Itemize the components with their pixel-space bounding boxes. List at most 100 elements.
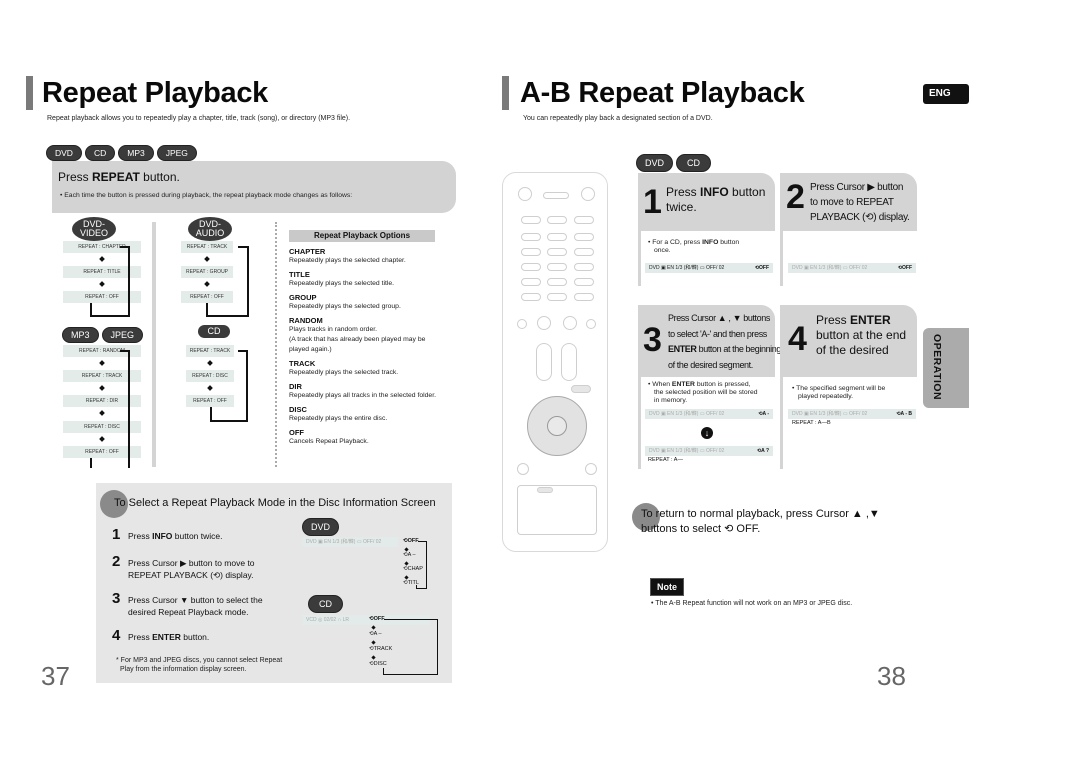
info-display: DVD ▣ EN 1/3 (和/韓) ▭ OFF/ 02 ⟲OFF — [645, 263, 773, 273]
arrow-down-icon — [99, 256, 105, 262]
repeat-key — [537, 487, 553, 493]
enter-key — [547, 416, 567, 436]
step-text: Press Cursor ▶ button to move to REPEAT … — [810, 182, 910, 223]
note-text: • The A-B Repeat function will not work … — [651, 600, 853, 607]
mode-box: REPEAT : TRACK — [181, 241, 233, 253]
badge-dvd-video: DVD- VIDEO — [72, 217, 116, 241]
loop-line — [418, 541, 426, 542]
remote-lower-keypad — [517, 485, 597, 535]
repeat-mode-item: ⟲OFF — [369, 616, 385, 622]
option-name: TRACK — [289, 359, 316, 368]
page-number-left: 37 — [41, 661, 70, 691]
loop-line — [247, 246, 249, 317]
repeat-status-label: REPEAT : A— — [648, 457, 683, 463]
info-screen-heading: To Select a Repeat Playback Mode in the … — [114, 497, 436, 509]
arrow-down-icon — [204, 281, 210, 287]
remote-control-illustration — [502, 172, 608, 552]
option-desc: Repeatedly plays the selected group. — [289, 303, 401, 310]
info-screen-panel — [96, 483, 452, 683]
remote-key — [574, 278, 594, 286]
power-button — [518, 187, 532, 201]
title-accent-bar — [502, 76, 509, 110]
option-name: RANDOM — [289, 316, 323, 325]
step-bullet: • Each time the button is pressed during… — [60, 192, 353, 199]
arrow-down-icon — [99, 385, 105, 391]
remote-key — [547, 248, 567, 256]
tuning-rocker — [561, 343, 577, 381]
column-divider — [152, 222, 156, 467]
step-number: 4 — [788, 320, 807, 358]
volume-rocker — [536, 343, 552, 381]
option-desc: Cancels Repeat Playback. — [289, 438, 369, 445]
loop-line — [384, 619, 438, 620]
step-text: Press INFO button twice. — [666, 185, 766, 214]
info-display: DVD ▣ EN 1/3 (和/韓) ▭ OFF/ 02 ⟲A - B — [788, 409, 916, 419]
remote-key — [547, 263, 567, 271]
badge-dvd: DVD — [636, 154, 674, 172]
section-tab-operation — [923, 328, 969, 408]
option-desc: Repeatedly plays the selected chapter. — [289, 257, 406, 264]
remote-key — [574, 248, 594, 256]
mode-box: REPEAT : GROUP — [181, 266, 233, 278]
arrow-down-icon — [99, 360, 105, 366]
badge-cd: CD — [84, 145, 116, 161]
mode-box: REPEAT : DISC — [186, 370, 234, 382]
return-key — [517, 463, 529, 475]
remote-key — [521, 293, 541, 301]
remote-key — [547, 233, 567, 241]
remote-key — [574, 263, 594, 271]
note-label: Note — [650, 578, 684, 596]
mode-box: REPEAT : OFF — [181, 291, 233, 303]
option-desc: Repeatedly plays the selected track. — [289, 369, 399, 376]
step-text: Press INFO button twice. — [128, 531, 223, 541]
step-text: Press ENTER button at the end of the des… — [816, 313, 907, 357]
page-title-left: Repeat Playback — [42, 77, 269, 109]
loop-line — [206, 315, 249, 317]
option-desc: Repeatedly plays the entire disc. — [289, 415, 388, 422]
info-display: DVD ▣ EN 1/3 (和/韓) ▭ OFF/ 02 ⟲A - — [645, 409, 773, 419]
repeat-mode-item: ⟲OFF — [403, 538, 419, 544]
option-desc: played again.) — [289, 346, 332, 353]
badge-mp3: MP3 — [62, 327, 99, 343]
step-text: Press ENTER button. — [128, 632, 210, 642]
step-number: 3 — [112, 590, 121, 607]
badge-mp3: MP3 — [118, 145, 154, 161]
arrow-down-icon — [207, 360, 213, 366]
step-number: 2 — [786, 178, 805, 216]
loop-line — [120, 246, 130, 248]
remote-key — [521, 263, 541, 271]
mode-box: REPEAT : TRACK — [186, 345, 234, 357]
disc-badges-left: DVD CD MP3 JPEG — [46, 143, 200, 161]
cd-info-display: VCD ◎ 02/02 ∩ LR — [302, 615, 430, 625]
loop-line — [120, 350, 130, 352]
disc-badges-right: DVD CD — [636, 153, 714, 172]
repeat-mode-item: ⟲CHAP — [403, 566, 423, 572]
step-2-body — [780, 231, 917, 286]
page-subtitle-left: Repeat playback allows you to repeatedly… — [47, 115, 351, 122]
loop-line — [416, 588, 427, 589]
step-bullet: • When ENTER button is pressed, the sele… — [648, 381, 758, 404]
loop-line — [426, 541, 427, 589]
loop-line — [383, 674, 438, 675]
option-desc: Repeatedly plays all tracks in the selec… — [289, 392, 436, 399]
option-name: DISC — [289, 405, 307, 414]
badge-dvd: DVD — [46, 145, 82, 161]
repeat-key: REPEAT — [92, 170, 140, 184]
repeat-status-label: REPEAT : A—B — [792, 420, 831, 426]
option-desc: Repeatedly plays the selected title. — [289, 280, 395, 287]
repeat-mode-item: ⟲DISC — [369, 661, 387, 667]
step-text: Press Cursor ▼ button to select the desir… — [128, 595, 263, 617]
step-number: 1 — [643, 183, 662, 221]
remote-key — [521, 248, 541, 256]
page-number-right: 38 — [877, 661, 906, 691]
arrow-down-icon — [207, 385, 213, 391]
loop-line — [128, 350, 130, 468]
language-badge: ENG — [923, 84, 969, 104]
info-display: DVD ▣ EN 1/3 (和/韓) ▭ OFF/ 02 ⟲A ? — [645, 446, 773, 456]
open-close-button — [581, 187, 595, 201]
arrow-down-icon — [204, 256, 210, 262]
dotted-divider — [275, 222, 277, 467]
badge-cd: CD — [308, 595, 343, 613]
option-name: GROUP — [289, 293, 317, 302]
option-desc: Plays tracks in random order. — [289, 326, 378, 333]
